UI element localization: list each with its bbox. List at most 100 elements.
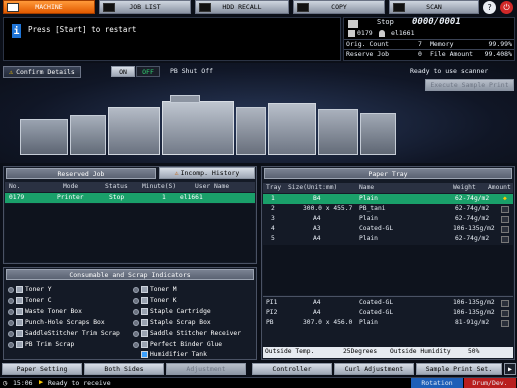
message-area: i Press [Start] to restart — [3, 17, 341, 61]
adjustment-button[interactable]: Adjustment — [166, 363, 246, 375]
file-amount-label: File Amount — [430, 50, 474, 58]
confirm-details-button[interactable]: ⚠ Confirm Details — [3, 66, 81, 78]
paper-tray-row-1[interactable]: 1 B4 Plain 62-74g/m2 ◆ — [263, 194, 513, 204]
job-list-icon — [103, 3, 115, 12]
trim-scrap-icon — [16, 330, 23, 337]
power-icon[interactable]: ⏻ — [500, 1, 513, 14]
outside-temp-label: Outside Temp. — [265, 348, 315, 355]
machine-illustration — [20, 93, 410, 159]
help-icon[interactable]: ? — [483, 1, 496, 14]
consumable-toner-m: Toner M — [133, 285, 177, 294]
glue-icon — [141, 341, 148, 348]
memory-value: 99.99% — [488, 40, 512, 48]
humidifier-icon — [141, 351, 148, 358]
status-dot-icon — [8, 286, 14, 293]
outside-humidity-label: Outside Humidity — [390, 348, 451, 355]
environment-bar: Outside Temp. 25Degrees Outside Humidity… — [263, 347, 513, 358]
consumable-humidifier: Humidifier Tank — [133, 350, 207, 359]
reserved-job-panel: Reserved Job ⚠ Incomp. History No. Mode … — [3, 166, 257, 264]
consumable-saddle-trim: SaddleStitcher Trim Scrap — [8, 329, 120, 338]
paper-tray-row-pb[interactable]: PB 307.0 x 456.0 Plain 81-91g/m2 — [263, 318, 513, 328]
status-panel: Stop 0000/0001 0179 el1661 Orig. Count 7… — [343, 17, 515, 61]
reserved-job-header: No. Mode Status Minute(S) User Name — [5, 182, 255, 192]
info-icon: i — [12, 24, 21, 38]
paper-tray-row-4[interactable]: 4 A3 Coated-GL 106-135g/m2 — [263, 224, 513, 234]
status-dot-icon — [133, 297, 139, 304]
paper-setting-button[interactable]: Paper Setting — [2, 363, 82, 375]
receive-icon: ▶ — [39, 378, 44, 386]
job-icon — [348, 30, 355, 37]
drum-dev-indicator: Drum/Dev. — [464, 378, 516, 388]
consumable-punch-scraps: Punch-Hole Scraps Box — [8, 318, 105, 327]
pb-off-button[interactable]: OFF — [136, 66, 160, 77]
outside-temp-value: 25Degrees — [343, 348, 378, 355]
footer-status: Ready to receive — [48, 379, 111, 387]
consumable-waste-toner: Waste Toner Box — [8, 307, 82, 316]
trim-scrap-icon — [16, 341, 23, 348]
consumable-binder-glue: Perfect Binder Glue — [133, 340, 222, 349]
consumables-title: Consumable and Scrap Indicators — [6, 269, 254, 280]
paper-tray-row-2[interactable]: 2 300.0 x 455.7 PB_tani 62-74g/m2 — [263, 204, 513, 214]
toner-icon — [16, 286, 23, 293]
consumable-toner-k: Toner K — [133, 296, 177, 305]
warning-icon: ⚠ — [9, 68, 14, 76]
punch-scraps-icon — [16, 319, 23, 326]
message-text: Press [Start] to restart — [28, 25, 137, 34]
paper-tray-row-pi2[interactable]: PI2 A4 Coated-GL 106-135g/m2 — [263, 308, 513, 318]
tab-copy[interactable]: COPY — [293, 0, 385, 14]
paper-tray-panel: Paper Tray Tray Size(Unit:mm) Name Weigh… — [261, 166, 515, 360]
clock-icon: ◷ — [3, 379, 8, 387]
status-dot-icon — [8, 308, 14, 315]
tab-machine[interactable]: MACHINE — [3, 0, 95, 14]
footer-bar: ◷ 15:06 ▶ Ready to receive Rotation Drum… — [0, 377, 517, 388]
toner-icon — [141, 297, 148, 304]
user-icon — [379, 30, 385, 37]
outside-humidity-value: 50% — [468, 348, 480, 355]
status-dot-icon — [8, 319, 14, 326]
footer-time: 15:06 — [13, 379, 33, 387]
printer-icon — [348, 20, 358, 28]
consumable-pb-trim: PB Trim Scrap — [8, 340, 74, 349]
consumable-toner-c: Toner C — [8, 296, 52, 305]
status-dot-icon — [8, 341, 14, 348]
toner-icon — [16, 297, 23, 304]
consumable-saddle-receiver: Saddle Stitcher Receiver — [133, 329, 241, 338]
machine-area: ⚠ Confirm Details ON OFF PB Shut Off Rea… — [0, 63, 517, 163]
warning-icon: ⚠ — [174, 169, 179, 177]
file-amount-value: 99.408% — [484, 50, 512, 58]
paper-tray-title: Paper Tray — [264, 168, 512, 179]
screen: MACHINE JOB LIST HDD RECALL COPY SCAN ? … — [0, 0, 517, 388]
sample-print-set-button[interactable]: Sample Print Set. — [416, 363, 502, 375]
copy-icon — [297, 3, 309, 12]
status-dot-icon — [133, 319, 139, 326]
paper-tray-header: Tray Size(Unit:mm) Name Weight Amount — [263, 183, 513, 193]
status-counter: 0000/0001 — [412, 17, 461, 27]
tab-job-list[interactable]: JOB LIST — [99, 0, 191, 14]
curl-adjustment-button[interactable]: Curl Adjustment — [334, 363, 414, 375]
next-arrow-icon[interactable]: ▶ — [504, 363, 516, 375]
scanner-status: Ready to use scanner — [410, 67, 489, 75]
both-sides-button[interactable]: Both Sides — [84, 363, 164, 375]
execute-sample-print-button[interactable]: Execute Sample Print — [425, 79, 514, 91]
tab-scan[interactable]: SCAN — [389, 0, 479, 14]
reserved-job-title: Reserved Job — [6, 168, 156, 179]
pb-shut-off-label: PB Shut Off — [170, 67, 214, 75]
staple-icon — [141, 308, 148, 315]
staple-icon — [141, 330, 148, 337]
paper-tray-row-3[interactable]: 3 A4 Plain 62-74g/m2 — [263, 214, 513, 224]
paper-tray-row-5[interactable]: 5 A4 Plain 62-74g/m2 — [263, 234, 513, 244]
orig-count-label: Orig. Count — [346, 40, 390, 48]
tab-hdd-recall[interactable]: HDD RECALL — [195, 0, 289, 14]
pb-on-button[interactable]: ON — [111, 66, 135, 77]
controller-button[interactable]: Controller — [252, 363, 332, 375]
paper-tray-row-pi1[interactable]: PI1 A4 Coated-GL 106-135g/m2 — [263, 298, 513, 308]
reserve-job-value: 0 — [418, 50, 422, 58]
orig-count-value: 7 — [418, 40, 422, 48]
status-state: Stop — [377, 18, 394, 26]
machine-icon — [7, 3, 19, 12]
status-dot-icon — [133, 308, 139, 315]
hdd-recall-icon — [199, 3, 211, 12]
incomp-history-button[interactable]: ⚠ Incomp. History — [159, 167, 255, 179]
reserved-job-row[interactable]: 0179 Printer Stop 1 el1661 — [5, 193, 255, 203]
status-dot-icon — [133, 286, 139, 293]
